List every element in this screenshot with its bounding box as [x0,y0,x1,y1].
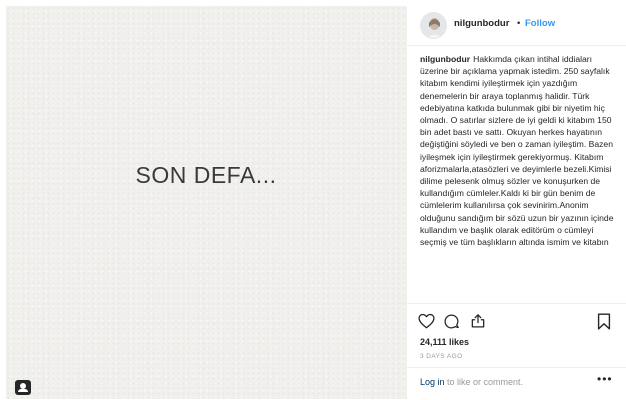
post-caption: nilgunbodur Hakkımda çıkan intihal iddial… [420,53,615,303]
follow-button[interactable]: Follow [525,18,555,29]
post-image[interactable]: SON DEFA... [6,6,406,399]
like-count[interactable]: 24,111 likes [420,337,469,347]
post-time[interactable]: 3 DAYS AGO [420,353,463,360]
post-header: nilgunbodur • Follow [407,6,626,46]
caption-text: Hakkımda çıkan intihal iddiaları üzerine… [420,54,614,248]
caption-username[interactable]: nilgunbodur [420,54,470,64]
comment-login-row: Log in to like or comment. ••• [407,367,626,400]
share-icon[interactable] [470,312,486,329]
post-sidebar: nilgunbodur • Follow nilgunbodur Hakkımda… [406,6,626,399]
login-link[interactable]: Log in [420,377,445,387]
heart-icon[interactable] [418,313,435,329]
user-tag-icon[interactable] [15,380,31,395]
login-prompt-text: to like or comment. [447,377,524,387]
post-actions: 24,111 likes 3 DAYS AGO Log in to like o… [407,303,626,399]
avatar[interactable] [420,12,447,39]
post-image-text: SON DEFA... [135,162,277,188]
separator-dot: • [517,18,521,29]
bookmark-icon[interactable] [597,313,611,330]
comment-icon[interactable] [443,313,460,330]
post-frame: SON DEFA... nilgunbodur • Follow nilgunb… [0,0,626,400]
username-link[interactable]: nilgunbodur [454,18,509,29]
more-options-button[interactable]: ••• [597,372,613,386]
